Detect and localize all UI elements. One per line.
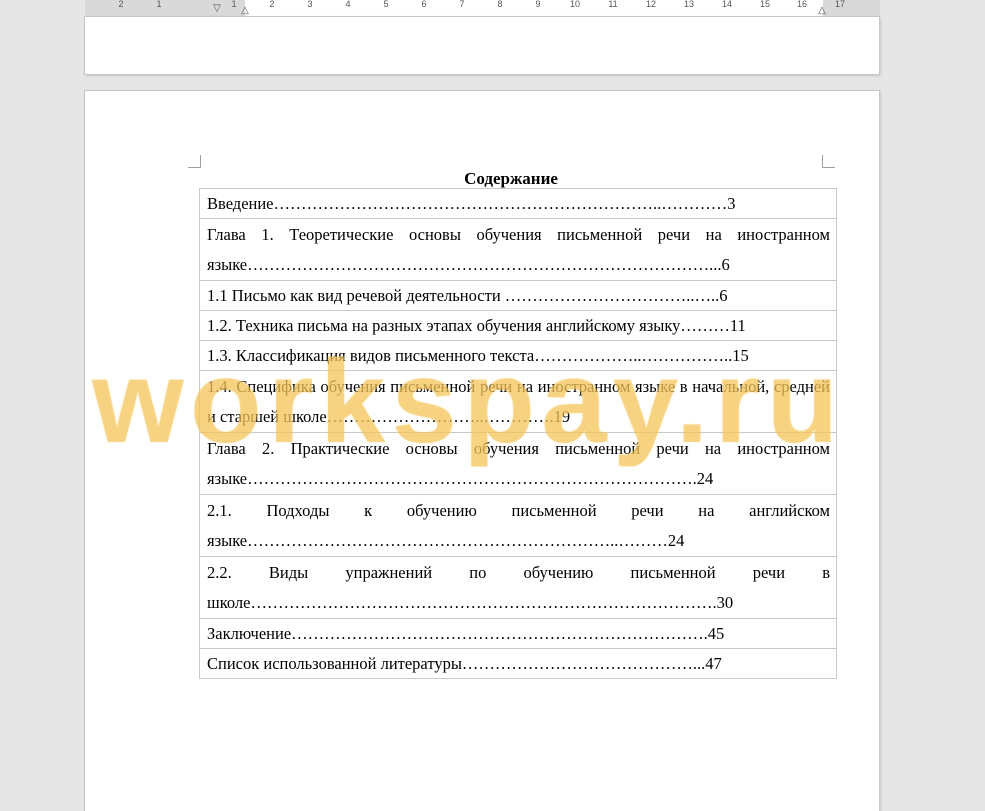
previous-page[interactable] <box>85 17 879 74</box>
left-indent-icon[interactable]: △ <box>241 6 249 16</box>
margin-corner-mark <box>822 155 835 168</box>
ruler-number: 6 <box>421 0 427 9</box>
toc-entry[interactable]: Глава 2. Практические основы обучения пи… <box>199 432 837 495</box>
margin-corner-mark <box>188 155 201 168</box>
ruler-number: 15 <box>759 0 771 9</box>
toc-entry[interactable]: Заключение………………………………………………………………….45 <box>199 618 837 649</box>
toc-entry[interactable]: Глава 1. Теоретические основы обучения п… <box>199 218 837 281</box>
ruler-number: 10 <box>569 0 581 9</box>
ruler-number: 5 <box>383 0 389 9</box>
horizontal-ruler[interactable]: 2 1 ▽ 1 △ 2 3 4 5 6 7 8 9 10 11 12 13 14… <box>85 0 880 17</box>
toc-entry[interactable]: 1.4. Специфика обучения письменной речи … <box>199 370 837 433</box>
ruler-number: 9 <box>535 0 541 9</box>
ruler-number: 1 <box>156 0 162 9</box>
ruler-number: 16 <box>796 0 808 9</box>
ruler-number: 14 <box>721 0 733 9</box>
ruler-number: 1 <box>231 0 237 9</box>
document-page[interactable]: Содержание Введение………………………………………………………… <box>85 91 879 811</box>
ruler-number: 2 <box>269 0 275 9</box>
ruler-number: 4 <box>345 0 351 9</box>
ruler-number: 2 <box>118 0 124 9</box>
toc-entry[interactable]: 1.1 Письмо как вид речевой деятельности … <box>199 280 837 311</box>
toc-entry[interactable]: 2.1. Подходы к обучению письменной речи … <box>199 494 837 557</box>
ruler-number: 8 <box>497 0 503 9</box>
first-line-indent-icon[interactable]: ▽ <box>213 4 221 14</box>
right-indent-icon[interactable]: △ <box>818 6 826 16</box>
toc-entry[interactable]: Список использованной литературы……………………… <box>199 648 837 679</box>
ruler-number: 17 <box>834 0 846 9</box>
toc-entry[interactable]: Введение……………………………………………………………..…………3 <box>199 188 837 219</box>
toc-entry[interactable]: 2.2. Виды упражнений по обучению письмен… <box>199 556 837 619</box>
ruler-number: 11 <box>608 0 618 9</box>
toc-table[interactable]: Введение……………………………………………………………..…………3 Г… <box>199 188 837 679</box>
toc-entry[interactable]: 1.3. Классификация видов письменного тек… <box>199 340 837 371</box>
ruler-number: 13 <box>683 0 695 9</box>
ruler-right-margin <box>823 0 880 16</box>
ruler-number: 7 <box>459 0 465 9</box>
toc-title: Содержание <box>464 169 558 188</box>
toc-entry[interactable]: 1.2. Техника письма на разных этапах обу… <box>199 310 837 341</box>
ruler-number: 12 <box>645 0 657 9</box>
ruler-number: 3 <box>307 0 313 9</box>
